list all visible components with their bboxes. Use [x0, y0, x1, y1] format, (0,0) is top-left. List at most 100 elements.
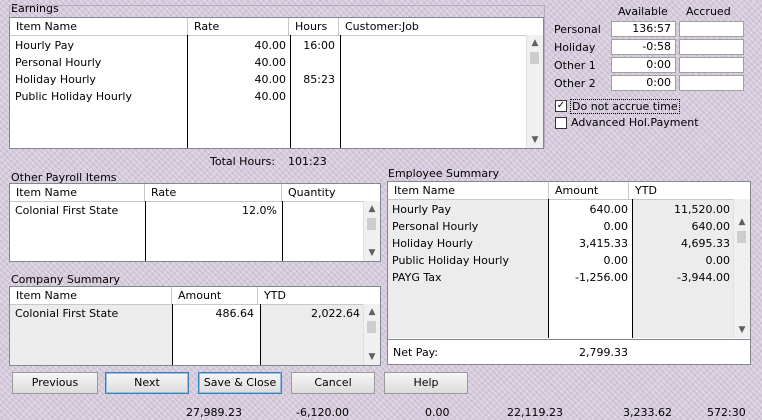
- earnings-col-customer-job[interactable]: Customer:Job: [339, 18, 527, 35]
- earnings-row-rate[interactable]: 40.00: [190, 37, 287, 54]
- earnings-row-name[interactable]: Personal Hourly: [15, 54, 185, 71]
- company-summary-header: Item Name Amount YTD: [10, 287, 380, 305]
- scroll-down-arrow-icon[interactable]: ▼: [527, 132, 543, 148]
- company-summary-scrollbar[interactable]: ▲ ▼: [363, 304, 380, 365]
- scroll-thumb[interactable]: [367, 321, 376, 333]
- accrued-personal-field[interactable]: [679, 21, 744, 37]
- scroll-down-arrow-icon[interactable]: ▼: [734, 322, 750, 338]
- employee-summary-row-ytd: 640.00: [691, 220, 731, 233]
- advanced-hol-payment-checkbox[interactable]: [555, 117, 567, 129]
- advanced-hol-payment-label[interactable]: Advanced Hol.Payment: [571, 116, 699, 129]
- other-payroll-col-rate[interactable]: Rate: [145, 184, 282, 201]
- employee-summary-row-ytd: -3,944.00: [677, 271, 730, 284]
- earnings-col-hours[interactable]: Hours: [289, 18, 339, 35]
- scroll-down-arrow-icon[interactable]: ▼: [364, 245, 380, 261]
- employee-summary-col-ytd[interactable]: YTD: [629, 182, 734, 199]
- scroll-up-arrow-icon[interactable]: ▲: [364, 304, 380, 320]
- employee-summary-scrollbar[interactable]: ▲ ▼: [733, 199, 750, 338]
- scroll-up-arrow-icon[interactable]: ▲: [364, 201, 380, 217]
- other-payroll-table[interactable]: Item Name Rate Quantity Colonial First S…: [9, 183, 381, 262]
- scroll-down-arrow-icon[interactable]: ▼: [364, 349, 380, 365]
- employee-summary-col-item-name[interactable]: Item Name: [388, 182, 549, 199]
- earnings-table[interactable]: Item Name Rate Hours Customer:Job Hourly…: [9, 17, 544, 149]
- available-header: Available: [618, 5, 668, 18]
- scroll-up-arrow-icon[interactable]: ▲: [527, 35, 543, 51]
- column-divider: [340, 35, 341, 148]
- employee-summary-row-ytd: 0.00: [705, 254, 731, 267]
- company-summary-col-amount[interactable]: Amount: [172, 287, 258, 304]
- available-personal-field[interactable]: 136:57: [611, 21, 676, 37]
- checkmark-icon: ✓: [556, 100, 566, 111]
- scroll-thumb[interactable]: [530, 52, 539, 64]
- net-pay-label: Net Pay:: [393, 346, 439, 359]
- column-divider: [187, 35, 188, 148]
- other-payroll-scrollbar[interactable]: ▲ ▼: [363, 201, 380, 261]
- column-divider: [172, 304, 173, 365]
- accrued-other2-field[interactable]: [679, 75, 744, 91]
- employee-summary-title: Employee Summary: [388, 167, 500, 180]
- earnings-row-hours[interactable]: [292, 54, 335, 71]
- accrual-label-personal: Personal: [554, 23, 601, 36]
- earnings-row-rate[interactable]: 40.00: [190, 54, 287, 71]
- company-summary-col-item-name[interactable]: Item Name: [10, 287, 172, 304]
- company-summary-col-ytd[interactable]: YTD: [258, 287, 364, 304]
- employee-summary-header: Item Name Amount YTD: [388, 182, 750, 200]
- company-summary-row-ytd: 2,022.64: [311, 307, 360, 320]
- cancel-button[interactable]: Cancel: [291, 372, 375, 394]
- column-divider: [548, 199, 549, 338]
- earnings-col-rate[interactable]: Rate: [188, 18, 289, 35]
- available-other2-field[interactable]: 0:00: [611, 75, 676, 91]
- earnings-row-name[interactable]: Public Holiday Hourly: [15, 88, 185, 105]
- earnings-row-hours[interactable]: 85:23: [292, 71, 335, 88]
- company-summary-row-name: Colonial First State: [15, 307, 119, 320]
- accrual-label-other2: Other 2: [554, 77, 596, 90]
- earnings-row-hours[interactable]: 16:00: [292, 37, 335, 54]
- accrued-other1-field[interactable]: [679, 57, 744, 73]
- other-payroll-col-item-name[interactable]: Item Name: [10, 184, 145, 201]
- company-summary-table[interactable]: Item Name Amount YTD Colonial First Stat…: [9, 286, 381, 366]
- other-payroll-row-name[interactable]: Colonial First State: [15, 202, 143, 219]
- next-button[interactable]: Next: [105, 372, 189, 394]
- total-hours-value: 101:23: [288, 155, 327, 168]
- employee-summary-row-amount: -1,256.00: [575, 271, 628, 284]
- employee-summary-row-amount: 0.00: [603, 254, 629, 267]
- do-not-accrue-label[interactable]: Do not accrue time: [570, 99, 680, 114]
- other-payroll-col-quantity[interactable]: Quantity: [282, 184, 364, 201]
- column-divider: [260, 304, 261, 365]
- earnings-row-rate[interactable]: 40.00: [190, 88, 287, 105]
- scroll-thumb[interactable]: [737, 231, 746, 243]
- earnings-col-item-name[interactable]: Item Name: [10, 18, 188, 35]
- other-payroll-row-rate[interactable]: 12.0%: [147, 202, 277, 219]
- previous-button[interactable]: Previous: [12, 372, 98, 394]
- earnings-header: Item Name Rate Hours Customer:Job: [10, 18, 543, 36]
- earnings-row-rate[interactable]: 40.00: [190, 71, 287, 88]
- employee-summary-row-name: Public Holiday Hourly: [392, 254, 509, 267]
- earnings-row-name[interactable]: Holiday Hourly: [15, 71, 185, 88]
- employee-summary-row-name: Holiday Hourly: [392, 237, 473, 250]
- employee-summary-table[interactable]: Item Name Amount YTD Hourly Pay 640.00 1…: [387, 181, 751, 365]
- company-summary-title: Company Summary: [11, 273, 120, 286]
- save-and-close-button[interactable]: Save & Close: [198, 372, 282, 394]
- footer-total: 27,989.23: [186, 406, 242, 419]
- column-divider: [282, 201, 283, 261]
- employee-summary-row-amount: 3,415.33: [579, 237, 628, 250]
- available-holiday-field[interactable]: -0:58: [611, 39, 676, 55]
- footer-total: 0.00: [425, 406, 450, 419]
- earnings-scrollbar[interactable]: ▲ ▼: [526, 35, 543, 148]
- scroll-up-arrow-icon[interactable]: ▲: [734, 214, 750, 230]
- employee-summary-row-ytd: 4,695.33: [681, 237, 730, 250]
- accrued-header: Accrued: [686, 5, 731, 18]
- earnings-row-hours[interactable]: [292, 88, 335, 105]
- net-pay-value: 2,799.33: [579, 346, 628, 359]
- accrual-label-holiday: Holiday: [554, 41, 596, 54]
- employee-summary-col-amount[interactable]: Amount: [549, 182, 629, 199]
- other-payroll-row-quantity[interactable]: [284, 202, 362, 219]
- earnings-row-name[interactable]: Hourly Pay: [15, 37, 185, 54]
- net-pay-divider: [388, 339, 750, 340]
- accrued-holiday-field[interactable]: [679, 39, 744, 55]
- help-button[interactable]: Help: [384, 372, 468, 394]
- footer-total: 3,233.62: [623, 406, 672, 419]
- available-other1-field[interactable]: 0:00: [611, 57, 676, 73]
- do-not-accrue-checkbox[interactable]: ✓: [555, 100, 567, 112]
- scroll-thumb[interactable]: [367, 218, 376, 230]
